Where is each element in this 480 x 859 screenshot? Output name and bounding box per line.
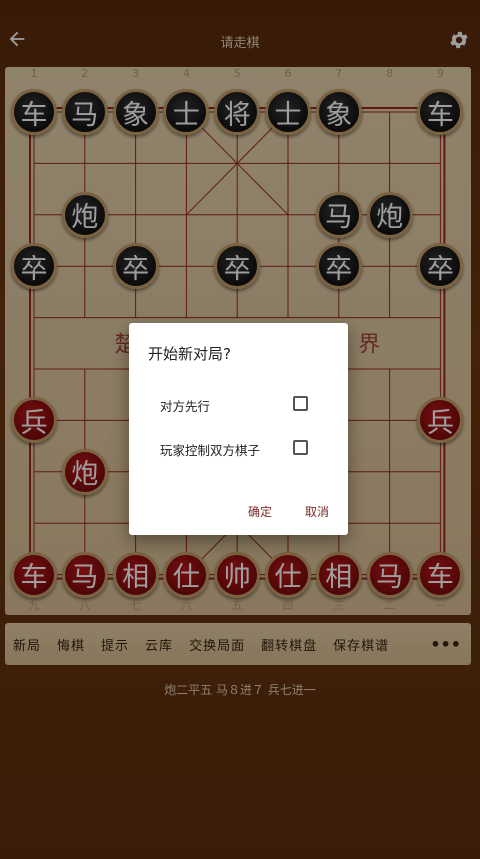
opponent-first-checkbox[interactable] [293,396,308,411]
new-game-dialog: 开始新对局? 对方先行 玩家控制双方棋子 确定 取消 [129,323,348,535]
cancel-button[interactable]: 取消 [305,503,329,520]
confirm-button[interactable]: 确定 [248,503,272,520]
dialog-title: 开始新对局? [148,345,231,363]
opponent-first-label: 对方先行 [160,399,211,414]
control-both-label: 玩家控制双方棋子 [160,443,261,458]
control-both-checkbox[interactable] [293,440,308,455]
